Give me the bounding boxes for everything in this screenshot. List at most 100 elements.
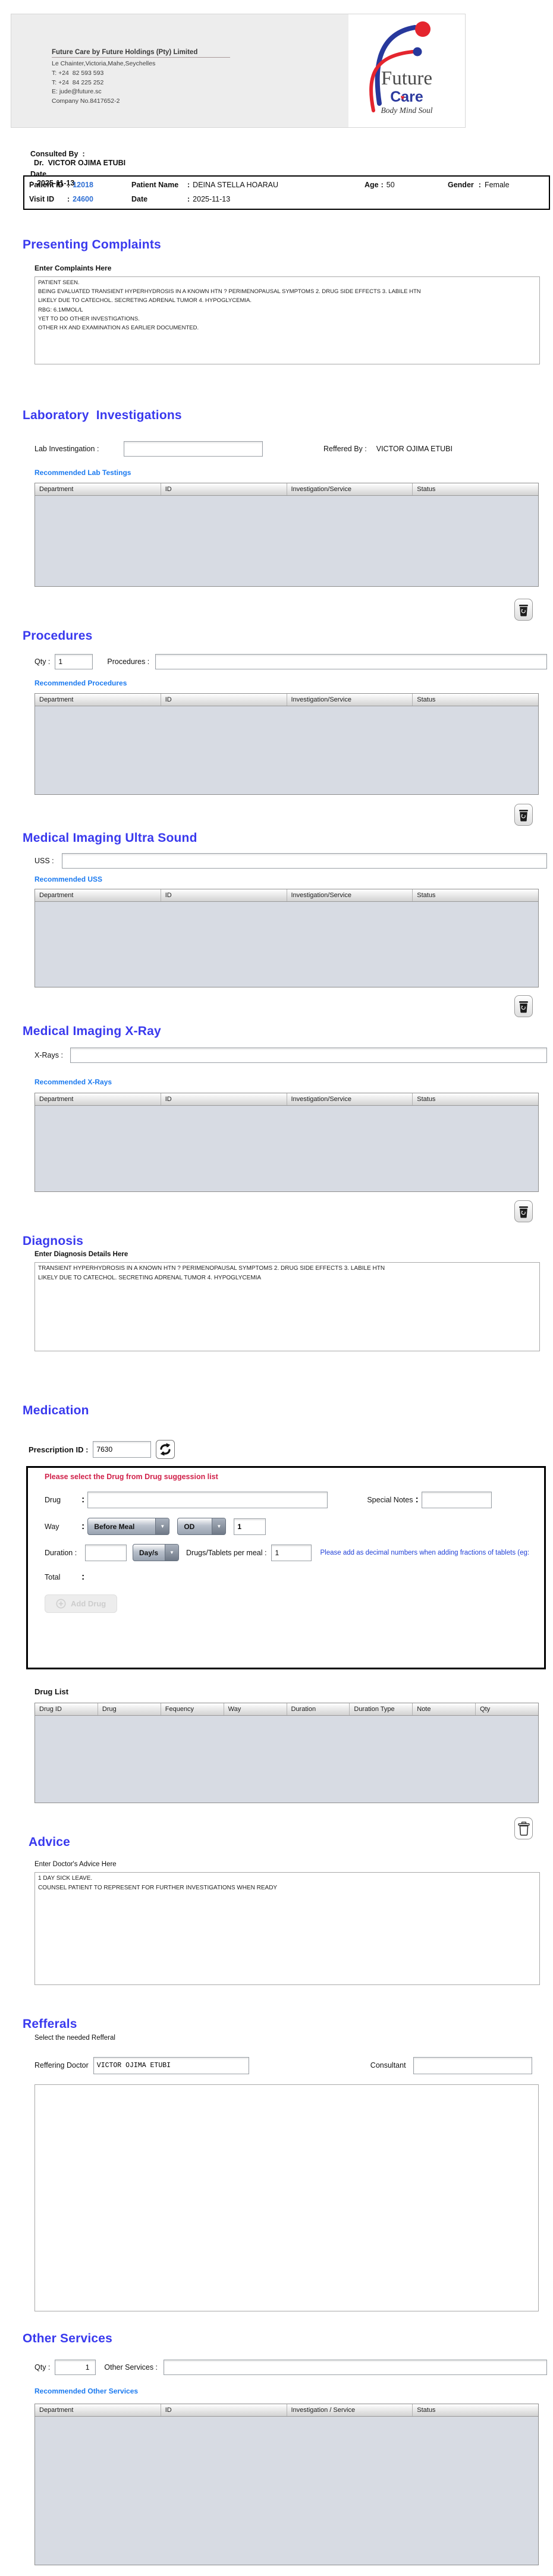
company-phone-1: T: +24 82 593 593 [52, 69, 104, 77]
table-header-cell: Department [35, 2404, 161, 2416]
duration-unit-select[interactable]: Day/s ▼ [133, 1544, 179, 1561]
table-header-cell: Duration [287, 1703, 350, 1715]
way-label: Way [45, 1522, 59, 1531]
company-name: Future Care by Future Holdings (Pty) Lim… [52, 49, 230, 58]
advice-sublabel: Enter Doctor's Advice Here [34, 1861, 117, 1868]
other-services-input-row: Qty : Other Services : [34, 2358, 553, 2376]
table-header-cell: ID [161, 483, 287, 495]
referring-doctor-input[interactable] [93, 2056, 249, 2074]
table-header-cell: Investigation/Service [287, 694, 413, 706]
procedures-qty-input[interactable] [55, 654, 93, 669]
colon: : [67, 181, 70, 189]
table-header-cell: Investigation/Service [287, 889, 413, 901]
colon: : [81, 1495, 85, 1505]
referral-list-box[interactable] [34, 2084, 539, 2311]
other-services-table-body [35, 2417, 538, 2565]
refresh-icon [160, 1443, 171, 1456]
section-laboratory-title: Laboratory Investigations [23, 408, 182, 422]
xray-delete-button[interactable] [514, 1200, 533, 1222]
lab-input-row: Lab Investingation : Reffered By : VICTO… [34, 440, 553, 458]
drug-list-delete-button[interactable] [514, 1817, 533, 1839]
advice-textarea[interactable]: 1 DAY SICK LEAVE. COUNSEL PATIENT TO REP… [34, 1872, 540, 1985]
xray-table-header: Department ID Investigation/Service Stat… [35, 1093, 538, 1106]
dose-input[interactable] [234, 1518, 266, 1535]
colon: : [415, 1495, 419, 1505]
table-header-cell: Way [224, 1703, 287, 1715]
uss-input-row: USS : [34, 852, 553, 870]
table-header-cell: Status [417, 1096, 436, 1103]
recommended-xray-link[interactable]: Recommended X-Rays [34, 1078, 553, 1087]
uss-table-body [35, 902, 538, 987]
recommended-other-link[interactable]: Recommended Other Services [34, 2387, 553, 2396]
table-header-cell: Qty [480, 1706, 491, 1713]
meal-select-value: Before Meal [94, 1522, 135, 1531]
table-header-cell: Investigation / Service [287, 2404, 413, 2416]
duration-input[interactable] [85, 1544, 127, 1561]
recommended-lab-link[interactable]: Recommended Lab Testings [34, 468, 553, 477]
lab-investigation-input[interactable] [124, 441, 263, 457]
patient-id-value: 12018 [73, 181, 93, 189]
xray-table: Department ID Investigation/Service Stat… [34, 1093, 539, 1192]
consultant-input[interactable] [413, 2056, 532, 2074]
per-meal-label: Drugs/Tablets per meal : [186, 1548, 267, 1557]
special-notes-label: Special Notes [367, 1496, 413, 1504]
recommended-uss-link[interactable]: Recommended USS [34, 875, 553, 884]
lab-table-body [35, 496, 538, 586]
trash-icon [519, 1206, 528, 1218]
consulted-by-label: Consulted By : [30, 150, 85, 158]
consulted-by-line: Consulted By : Dr. VICTOR OJIMA ETUBI [26, 141, 553, 167]
refresh-button[interactable] [156, 1440, 175, 1459]
total-label: Total [45, 1573, 61, 1581]
add-drug-row: Add Drug [45, 1594, 537, 1613]
per-meal-input[interactable] [271, 1544, 312, 1561]
diagnosis-sublabel: Enter Diagnosis Details Here [34, 1251, 128, 1258]
other-services-input[interactable] [164, 2360, 547, 2375]
colon: : [81, 1521, 85, 1531]
section-referrals-title: Refferals [23, 2017, 77, 2031]
table-header-cell: Status [417, 696, 436, 703]
prescription-id-input[interactable] [93, 1441, 152, 1458]
total-row: Total : [45, 1572, 537, 1583]
drug-input[interactable] [87, 1492, 328, 1508]
colon: : [478, 181, 481, 189]
company-phone-2: T: +24 84 225 252 [52, 78, 104, 86]
lab-delete-button[interactable] [514, 599, 533, 621]
uss-delete-button[interactable] [514, 995, 533, 1017]
table-header-cell: Drug ID [35, 1703, 98, 1715]
patient-row-1: Patient ID : 12018 Patient Name : DEINA … [29, 178, 549, 192]
other-services-table-header: Department ID Investigation / Service St… [35, 2404, 538, 2417]
table-header-cell: ID [161, 1093, 287, 1105]
meal-select[interactable]: Before Meal ▼ [87, 1518, 170, 1535]
logo-word-care: Care [390, 89, 423, 105]
xrays-input[interactable] [70, 1048, 547, 1063]
gender-label: Gender [448, 181, 474, 189]
company-logo: Future Care ♥ Body Mind Soul [348, 14, 465, 127]
other-services-qty-input[interactable] [55, 2360, 96, 2375]
colon: : [187, 181, 190, 189]
uss-input[interactable] [62, 853, 547, 869]
drug-list-label: Drug List [34, 1687, 69, 1696]
procedures-input[interactable] [155, 654, 547, 669]
age-value: 50 [386, 181, 395, 189]
referred-by-value: VICTOR OJIMA ETUBI [376, 445, 453, 453]
procedures-delete-button[interactable] [514, 804, 533, 826]
other-services-qty-label: Qty : [34, 2363, 51, 2371]
lab-table: Department ID Investigation/Service Stat… [34, 483, 539, 587]
add-drug-button[interactable]: Add Drug [45, 1594, 118, 1613]
trash-icon [519, 1001, 528, 1012]
company-number: Company No.8417652-2 [52, 97, 120, 105]
frequency-select[interactable]: OD ▼ [177, 1518, 227, 1535]
complaints-textarea[interactable]: PATIENT SEEN. BEING EVALUATED TRANSIENT … [34, 276, 540, 364]
uss-label: USS : [34, 857, 54, 865]
recommended-procedures-link[interactable]: Recommended Procedures [34, 679, 553, 688]
diagnosis-textarea[interactable]: TRANSIENT HYPERHYDROSIS IN A KNOWN HTN ?… [34, 1262, 540, 1351]
procedures-table-body [35, 706, 538, 794]
special-notes-input[interactable] [421, 1492, 492, 1508]
patient-id-label: Patient ID [29, 181, 64, 189]
company-header: Future Care by Future Holdings (Pty) Lim… [11, 14, 466, 128]
lab-table-header: Department ID Investigation/Service Stat… [35, 483, 538, 496]
referral-input-row: Reffering Doctor Consultant [34, 2056, 553, 2075]
drug-table-header: Drug ID Drug Fequency Way Duration Durat… [35, 1703, 538, 1716]
table-header-cell: Note [413, 1703, 476, 1715]
visit-id-value: 24600 [73, 195, 93, 203]
